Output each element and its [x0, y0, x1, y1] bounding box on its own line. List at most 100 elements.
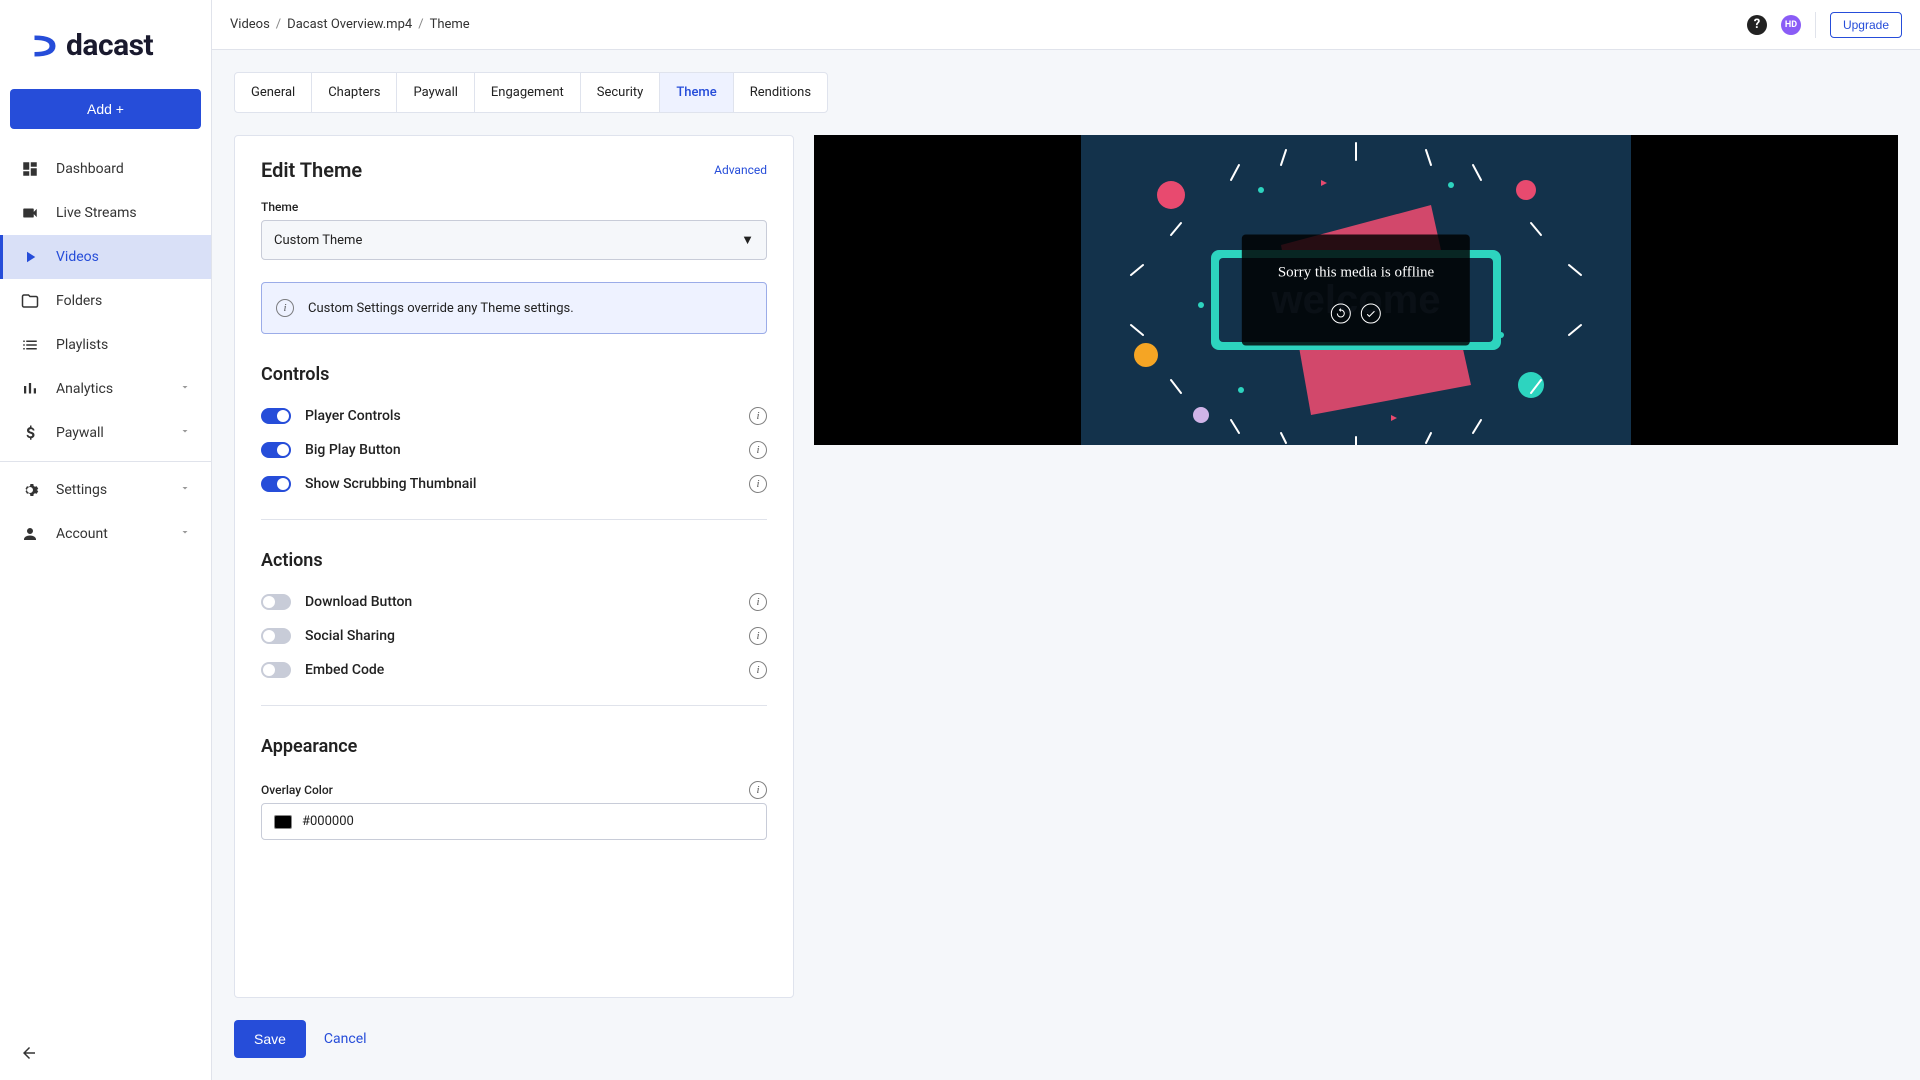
toggle-label: Download Button — [305, 594, 412, 610]
toggle-row: Embed Code i — [261, 653, 767, 687]
dollar-icon — [20, 423, 40, 443]
folder-icon — [20, 291, 40, 311]
breadcrumb-sep: / — [276, 17, 281, 32]
edit-theme-panel: Edit Theme Advanced Theme Custom Theme ▼… — [234, 135, 794, 998]
toggle-big-play-button[interactable] — [261, 442, 291, 458]
theme-label: Theme — [261, 200, 767, 214]
chevron-down-icon — [179, 381, 191, 397]
dashboard-icon — [20, 159, 40, 179]
collapse-sidebar-button[interactable] — [0, 1030, 211, 1080]
refresh-icon[interactable] — [1331, 304, 1351, 324]
sidebar-item-label: Videos — [56, 249, 99, 265]
sidebar-item-playlists[interactable]: Playlists — [0, 323, 211, 367]
video-cam-icon — [20, 203, 40, 223]
info-icon[interactable]: i — [749, 661, 767, 679]
chevron-down-icon — [179, 482, 191, 498]
toggle-player-controls[interactable] — [261, 408, 291, 424]
breadcrumb: Videos / Dacast Overview.mp4 / Theme — [230, 17, 470, 32]
advanced-link[interactable]: Advanced — [714, 163, 767, 177]
sidebar-item-label: Live Streams — [56, 205, 137, 221]
toggle-row: Big Play Button i — [261, 433, 767, 467]
upgrade-button[interactable]: Upgrade — [1830, 12, 1902, 38]
divider — [261, 705, 767, 706]
toggle-row: Social Sharing i — [261, 619, 767, 653]
overlay-color-select[interactable]: #000000 — [261, 803, 767, 840]
help-icon[interactable]: ? — [1747, 15, 1767, 35]
check-icon[interactable] — [1361, 304, 1381, 324]
breadcrumb-item[interactable]: Dacast Overview.mp4 — [287, 17, 412, 32]
breadcrumb-item: Theme — [430, 17, 470, 32]
info-icon[interactable]: i — [749, 593, 767, 611]
info-icon[interactable]: i — [749, 627, 767, 645]
controls-title: Controls — [261, 364, 767, 385]
tab-renditions[interactable]: Renditions — [734, 73, 827, 112]
arrow-left-icon — [20, 1044, 38, 1062]
sidebar-item-settings[interactable]: Settings — [0, 468, 211, 512]
overlay-color-value: #000000 — [302, 814, 354, 829]
toggle-label: Player Controls — [305, 408, 401, 424]
brand-icon — [30, 31, 60, 61]
sidebar-item-label: Paywall — [56, 425, 104, 441]
sidebar-item-videos[interactable]: Videos — [0, 235, 211, 279]
panel-title: Edit Theme — [261, 158, 362, 182]
sidebar-item-dashboard[interactable]: Dashboard — [0, 147, 211, 191]
overlay-label: Overlay Color — [261, 783, 333, 797]
toggle-label: Embed Code — [305, 662, 384, 678]
info-text: Custom Settings override any Theme setti… — [308, 301, 574, 316]
cancel-button[interactable]: Cancel — [324, 1031, 367, 1047]
toggle-download-button[interactable] — [261, 594, 291, 610]
breadcrumb-item[interactable]: Videos — [230, 17, 270, 32]
toggle-show-scrubbing-thumbnail[interactable] — [261, 476, 291, 492]
tab-security[interactable]: Security — [581, 73, 661, 112]
main: Videos / Dacast Overview.mp4 / Theme ? HD Up… — [212, 0, 1920, 1080]
info-icon[interactable]: i — [749, 407, 767, 425]
logo: dacast — [0, 0, 211, 83]
brand-name: dacast — [66, 28, 153, 63]
avatar[interactable]: HD — [1781, 15, 1801, 35]
preview-column: welcome — [814, 135, 1898, 1080]
toggle-label: Big Play Button — [305, 442, 401, 458]
tab-theme[interactable]: Theme — [660, 73, 733, 112]
toggle-embed-code[interactable] — [261, 662, 291, 678]
sidebar-item-paywall[interactable]: Paywall — [0, 411, 211, 455]
tab-chapters[interactable]: Chapters — [312, 73, 397, 112]
info-icon[interactable]: i — [749, 475, 767, 493]
color-swatch — [274, 815, 292, 829]
sidebar-item-folders[interactable]: Folders — [0, 279, 211, 323]
info-icon: i — [276, 299, 294, 317]
divider — [0, 461, 211, 462]
overlay-info-icon[interactable]: i — [749, 781, 767, 799]
gear-icon — [20, 480, 40, 500]
info-box: i Custom Settings override any Theme set… — [261, 282, 767, 334]
panel-scroll[interactable]: Edit Theme Advanced Theme Custom Theme ▼… — [235, 136, 793, 997]
tab-engagement[interactable]: Engagement — [475, 73, 581, 112]
video-player[interactable]: welcome — [814, 135, 1898, 445]
toggle-social-sharing[interactable] — [261, 628, 291, 644]
sidebar-item-analytics[interactable]: Analytics — [0, 367, 211, 411]
actions-title: Actions — [261, 550, 767, 571]
toggle-row: Show Scrubbing Thumbnail i — [261, 467, 767, 501]
toggle-row: Player Controls i — [261, 399, 767, 433]
theme-value: Custom Theme — [274, 233, 362, 248]
toggle-label: Social Sharing — [305, 628, 395, 644]
tab-general[interactable]: General — [235, 73, 312, 112]
sidebar-item-label: Account — [56, 526, 108, 542]
add-button[interactable]: Add + — [10, 89, 201, 129]
topbar: Videos / Dacast Overview.mp4 / Theme ? HD Up… — [212, 0, 1920, 50]
sidebar-item-label: Dashboard — [56, 161, 124, 177]
sidebar-item-live-streams[interactable]: Live Streams — [0, 191, 211, 235]
save-button[interactable]: Save — [234, 1020, 306, 1058]
theme-select[interactable]: Custom Theme ▼ — [261, 220, 767, 260]
sidebar-item-account[interactable]: Account — [0, 512, 211, 556]
list-icon — [20, 335, 40, 355]
toggle-label: Show Scrubbing Thumbnail — [305, 476, 476, 492]
divider — [1815, 12, 1816, 38]
tab-paywall[interactable]: Paywall — [397, 73, 474, 112]
toggle-row: Download Button i — [261, 585, 767, 619]
divider — [261, 519, 767, 520]
sidebar-item-label: Settings — [56, 482, 107, 498]
appearance-title: Appearance — [261, 736, 767, 757]
info-icon[interactable]: i — [749, 441, 767, 459]
breadcrumb-sep: / — [418, 17, 423, 32]
sidebar-item-label: Playlists — [56, 337, 108, 353]
